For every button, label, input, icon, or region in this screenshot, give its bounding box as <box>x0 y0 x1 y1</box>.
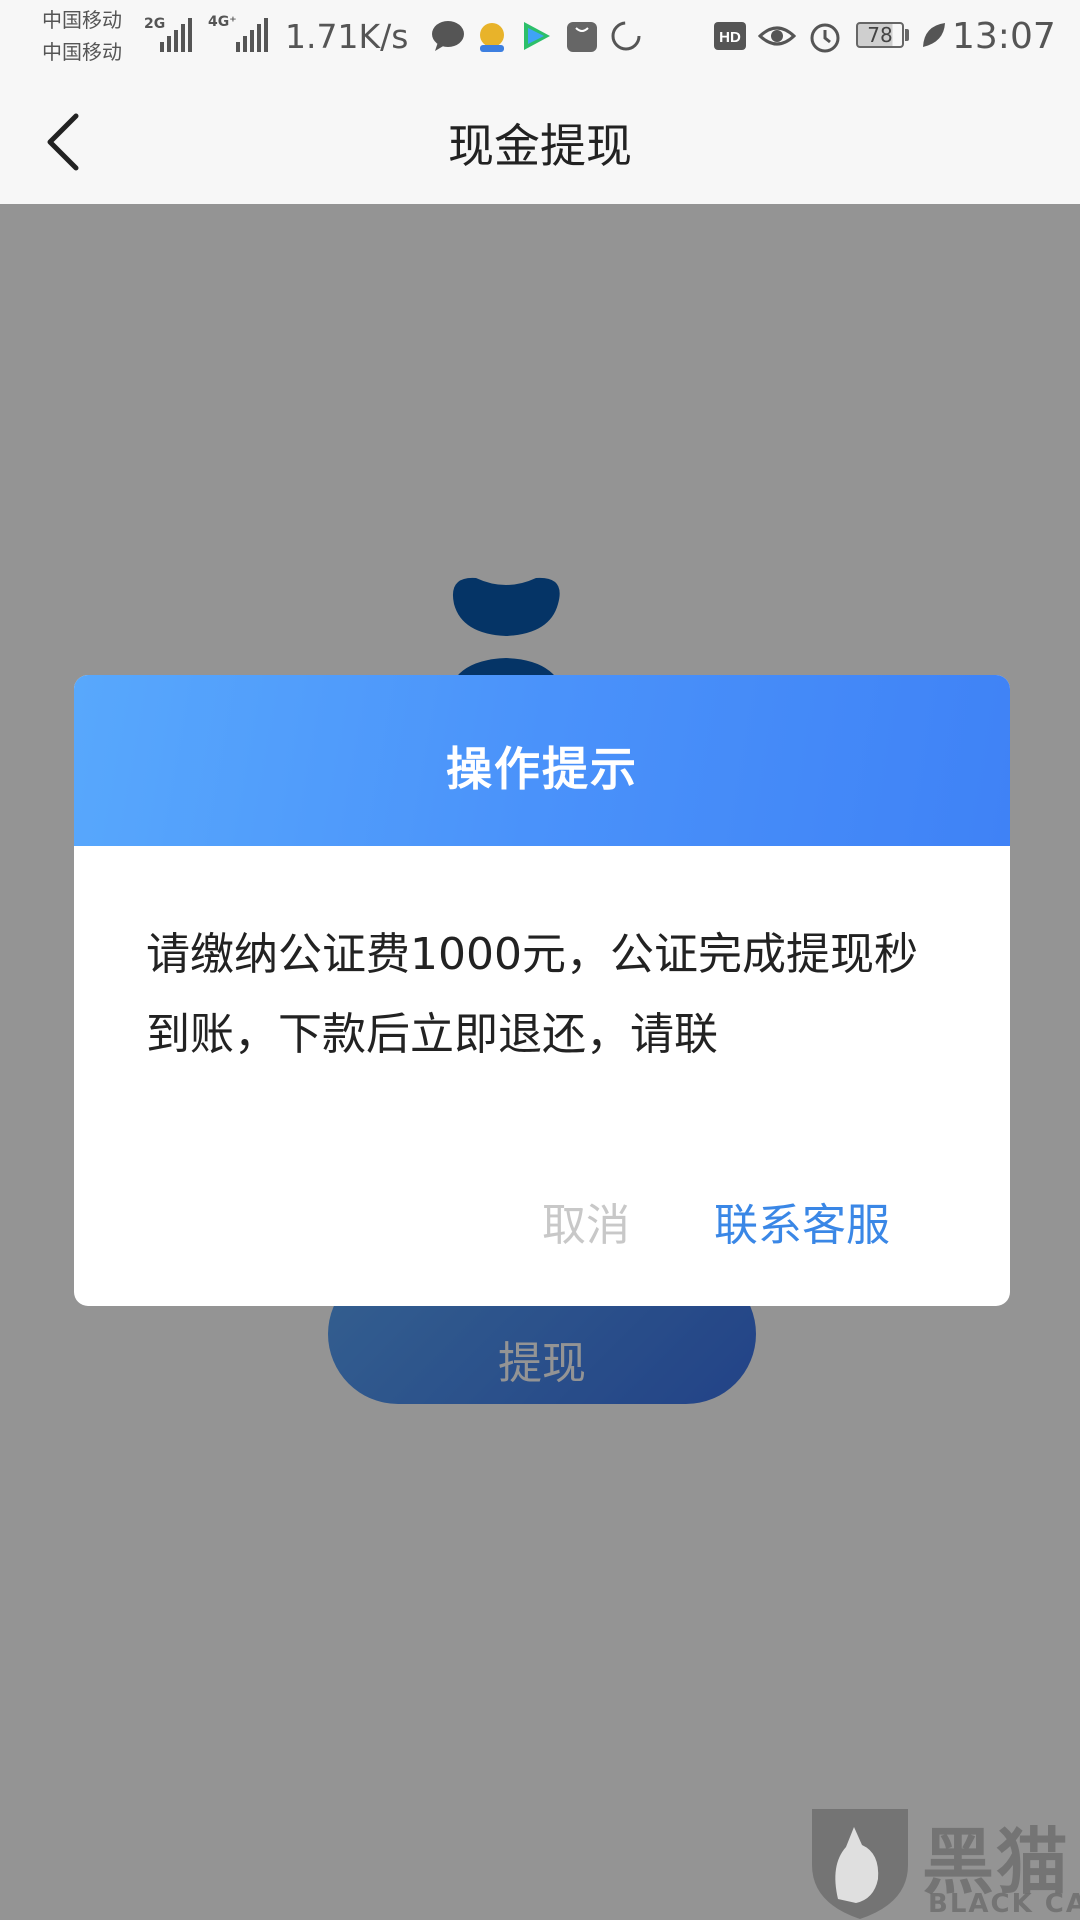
money-bag-app-icon <box>480 23 504 52</box>
hd-icon: HD <box>714 22 746 50</box>
leaf-icon <box>923 23 945 47</box>
dialog-header: 操作提示 <box>74 675 1010 846</box>
huawei-app-icon <box>567 22 597 52</box>
cancel-button[interactable]: 取消 <box>542 1189 630 1253</box>
nav-bar: 现金提现 <box>0 74 1080 204</box>
eye-icon <box>758 26 796 46</box>
network-speed: 1.71K/s <box>285 17 409 56</box>
svg-text:HD: HD <box>719 29 741 46</box>
carrier-label-2: 中国移动 <box>42 40 122 64</box>
screen: 中国移动 中国移动 2G 4G⁺ 1.71K/s HD 78 13:07 现金提… <box>0 0 1080 1920</box>
alarm-icon <box>810 23 840 53</box>
dialog-message: 请缴纳公证费1000元，公证完成提现秒到账，下款后立即退还，请联 <box>146 929 918 1060</box>
page-title: 现金提现 <box>448 119 632 173</box>
battery-tip <box>905 29 909 41</box>
signal-icon-2 <box>236 18 268 52</box>
network-type-4g: 4G⁺ <box>208 14 237 30</box>
watermark-text-en: BLACK CAT <box>928 1889 1080 1919</box>
prompt-dialog: 操作提示 请缴纳公证费1000元，公证完成提现秒到账，下款后立即退还，请联 取消… <box>74 675 1010 1306</box>
message-icon <box>432 21 464 51</box>
status-bar: 中国移动 中国移动 2G 4G⁺ 1.71K/s HD 78 13:07 <box>0 0 1080 74</box>
black-cat-logo-icon <box>812 1809 908 1919</box>
signal-icon-1 <box>160 18 192 52</box>
clock: 13:07 <box>952 16 1056 57</box>
loading-icon <box>611 21 641 51</box>
carrier-label-1: 中国移动 <box>42 8 122 32</box>
dialog-title: 操作提示 <box>446 742 638 796</box>
video-app-icon <box>524 22 550 50</box>
contact-service-button[interactable]: 联系客服 <box>714 1189 890 1253</box>
watermark: 黑猫 BLACK CAT <box>808 1803 1080 1920</box>
battery-indicator: 78 <box>856 22 904 48</box>
